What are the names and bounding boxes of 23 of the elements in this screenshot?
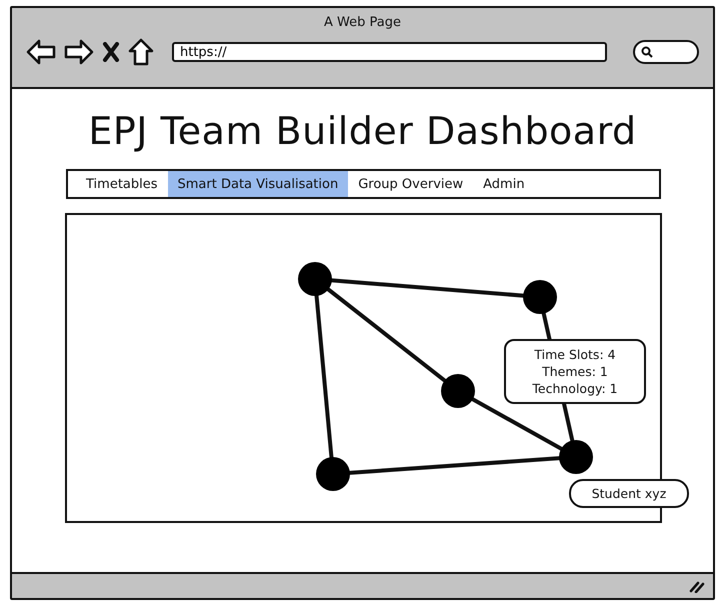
callout-text: Technology: 1 bbox=[531, 380, 619, 397]
callout-text: Time Slots: 4 bbox=[533, 346, 617, 363]
nav-tab[interactable]: Smart Data Visualisation bbox=[168, 171, 348, 197]
forward-icon[interactable] bbox=[64, 39, 94, 65]
graph-node bbox=[316, 457, 350, 491]
home-icon[interactable] bbox=[128, 38, 154, 66]
graph-node bbox=[559, 440, 593, 474]
callout-text: Student xyz bbox=[590, 485, 668, 502]
close-icon[interactable] bbox=[102, 42, 120, 62]
graph-node bbox=[441, 374, 475, 408]
page-title: EPJ Team Builder Dashboard bbox=[88, 109, 637, 153]
nav-tab[interactable]: Timetables bbox=[76, 171, 168, 197]
nav-tab[interactable]: Admin bbox=[473, 171, 535, 197]
address-field[interactable]: https:// bbox=[172, 42, 607, 62]
nav-tab[interactable]: Group Overview bbox=[348, 171, 474, 197]
search-field[interactable] bbox=[633, 40, 699, 64]
resize-grip-icon[interactable] bbox=[689, 579, 705, 593]
search-icon bbox=[641, 46, 653, 58]
back-icon[interactable] bbox=[26, 39, 56, 65]
callout-text: Themes: 1 bbox=[541, 363, 609, 380]
graph-node bbox=[298, 262, 332, 296]
graph-node bbox=[523, 280, 557, 314]
window-title: A Web Page bbox=[324, 15, 401, 30]
